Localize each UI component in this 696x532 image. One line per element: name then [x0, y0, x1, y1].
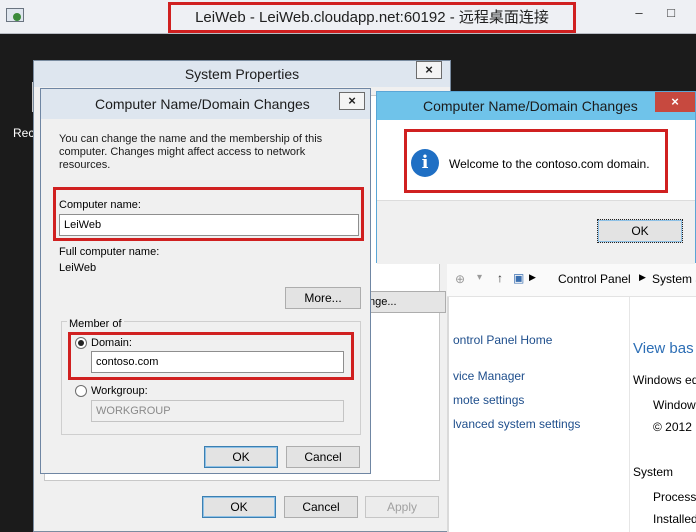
- member-of-label: Member of: [67, 318, 124, 330]
- change-button[interactable]: nge...: [362, 291, 446, 313]
- breadcrumb-separator-icon: ▶: [529, 272, 536, 282]
- control-panel-home-link[interactable]: ontrol Panel Home: [453, 333, 552, 347]
- system-properties-title: System Properties: [34, 61, 450, 87]
- remote-settings-link[interactable]: mote settings: [453, 393, 524, 407]
- domain-input[interactable]: contoso.com: [91, 351, 344, 373]
- control-panel-left-edge: [447, 297, 449, 532]
- windows-edition-heading: Windows ed: [633, 373, 696, 387]
- history-chevron-icon[interactable]: ▾: [477, 272, 482, 283]
- back-arrow-icon[interactable]: ⊕: [455, 272, 465, 286]
- computer-name-dialog-close-button[interactable]: ×: [339, 92, 365, 110]
- computer-name-dialog: Computer Name/Domain Changes × You can c…: [40, 88, 371, 474]
- system-properties-close-button[interactable]: ×: [416, 61, 442, 79]
- system-heading: System: [633, 465, 674, 479]
- advanced-system-settings-link[interactable]: lvanced system settings: [453, 417, 580, 431]
- workgroup-radio[interactable]: [75, 385, 87, 397]
- control-panel-window: ⊕ ▾ ↑ ▣ ▶ Control Panel ▶ System a ontro…: [447, 263, 696, 532]
- system-properties-apply-button[interactable]: Apply: [365, 496, 439, 518]
- rdp-title-bar: LeiWeb - LeiWeb.cloudapp.net:60192 - 远程桌…: [0, 0, 696, 34]
- view-basic-info-heading: View bas: [633, 340, 694, 357]
- intro-line-1: You can change the name and the membersh…: [59, 133, 323, 145]
- full-computer-name-value: LeiWeb: [59, 262, 97, 274]
- processor-label: Processo: [653, 490, 696, 504]
- welcome-message: Welcome to the contoso.com domain.: [449, 157, 650, 171]
- remote-desktop-icon: [6, 8, 24, 22]
- breadcrumb-separator-icon-2: ▶: [639, 272, 646, 282]
- domain-radio[interactable]: [75, 337, 87, 349]
- breadcrumb-control-panel[interactable]: Control Panel: [558, 272, 631, 286]
- maximize-icon[interactable]: □: [664, 6, 678, 20]
- computer-name-label: Computer name:: [59, 199, 141, 211]
- windows-edition-value: Window: [653, 398, 696, 412]
- system-properties-cancel-button[interactable]: Cancel: [284, 496, 358, 518]
- breadcrumb-system[interactable]: System a: [652, 272, 696, 286]
- intro-line-2: computer. Changes might affect access to…: [59, 146, 306, 171]
- device-manager-link[interactable]: vice Manager: [453, 369, 525, 383]
- more-button[interactable]: More...: [285, 287, 361, 309]
- installed-memory-label: Installed: [653, 512, 696, 526]
- recycle-bin-label: Rec: [13, 126, 35, 140]
- full-computer-name-label: Full computer name:: [59, 246, 160, 258]
- computer-name-cancel-button[interactable]: Cancel: [286, 446, 360, 468]
- copyright-text: © 2012 I: [653, 420, 696, 434]
- computer-name-ok-button[interactable]: OK: [204, 446, 278, 468]
- system-properties-ok-button[interactable]: OK: [202, 496, 276, 518]
- information-icon: i: [411, 149, 439, 177]
- control-panel-icon: ▣: [513, 271, 525, 285]
- control-panel-address-bar: ⊕ ▾ ↑ ▣ ▶ Control Panel ▶ System a: [447, 263, 696, 297]
- welcome-dialog-close-button[interactable]: ×: [655, 92, 695, 112]
- workgroup-label: Workgroup:: [91, 385, 148, 397]
- welcome-dialog: Computer Name/Domain Changes × i Welcome…: [376, 91, 696, 264]
- welcome-ok-button[interactable]: OK: [597, 219, 683, 243]
- domain-label: Domain:: [91, 337, 132, 349]
- minimize-icon[interactable]: –: [632, 6, 646, 20]
- workgroup-input[interactable]: WORKGROUP: [91, 400, 344, 422]
- control-panel-divider: [629, 297, 630, 532]
- intro-text: You can change the name and the membersh…: [59, 133, 359, 172]
- up-arrow-icon[interactable]: ↑: [497, 271, 503, 285]
- computer-name-input[interactable]: LeiWeb: [59, 214, 359, 236]
- welcome-dialog-title: Computer Name/Domain Changes: [377, 92, 695, 120]
- rdp-window-title: LeiWeb - LeiWeb.cloudapp.net:60192 - 远程桌…: [168, 2, 576, 33]
- computer-name-dialog-title: Computer Name/Domain Changes: [41, 89, 370, 119]
